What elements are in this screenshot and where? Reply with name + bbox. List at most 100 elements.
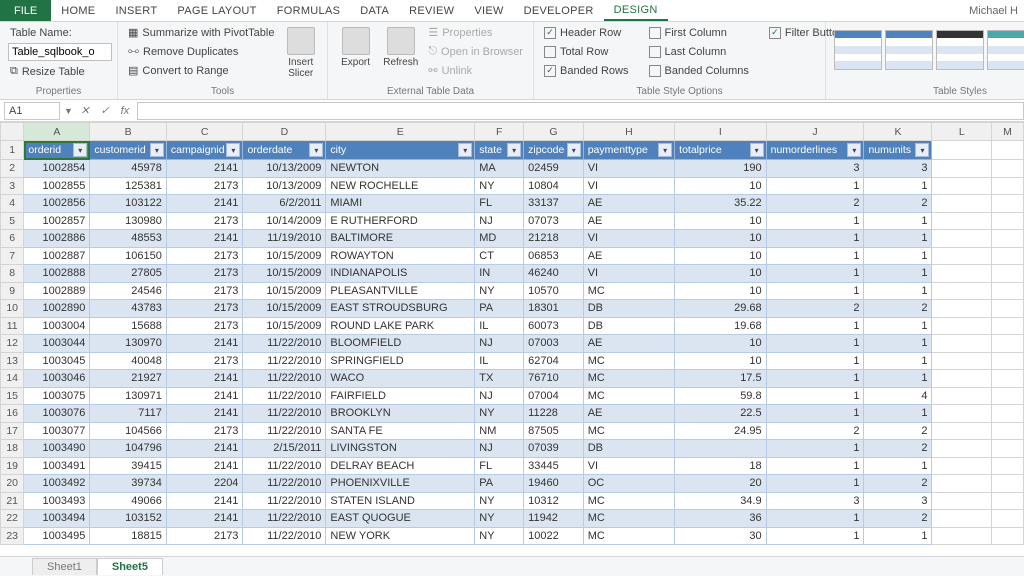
cell[interactable]: MC xyxy=(583,282,674,300)
row-header[interactable]: 8 xyxy=(1,265,24,283)
style-swatch[interactable] xyxy=(987,30,1024,70)
cell[interactable] xyxy=(992,282,1024,300)
cell[interactable]: 11/22/2010 xyxy=(243,405,326,423)
col-header-I[interactable]: I xyxy=(675,123,766,141)
cell[interactable]: NY xyxy=(475,177,524,195)
style-swatch[interactable] xyxy=(936,30,984,70)
cell[interactable]: 19.68 xyxy=(675,317,766,335)
cell[interactable]: 1 xyxy=(766,387,864,405)
cell[interactable]: 10804 xyxy=(524,177,584,195)
cell[interactable]: 1 xyxy=(864,370,932,388)
cell[interactable]: MC xyxy=(583,352,674,370)
cell[interactable]: 104566 xyxy=(90,422,167,440)
col-header-H[interactable]: H xyxy=(583,123,674,141)
sheet-tab-sheet1[interactable]: Sheet1 xyxy=(32,558,97,575)
cell[interactable]: VI xyxy=(583,230,674,248)
resize-table[interactable]: ⧉Resize Table xyxy=(8,63,112,80)
cell[interactable]: 2173 xyxy=(166,317,243,335)
cell[interactable]: MA xyxy=(475,160,524,178)
cell[interactable]: 34.9 xyxy=(675,492,766,510)
cell[interactable]: SANTA FE xyxy=(326,422,475,440)
cell[interactable]: 10/15/2009 xyxy=(243,300,326,318)
cell[interactable]: 1003004 xyxy=(24,317,90,335)
cell[interactable]: 29.68 xyxy=(675,300,766,318)
col-header-E[interactable]: E xyxy=(326,123,475,141)
row-header[interactable]: 13 xyxy=(1,352,24,370)
row-header[interactable]: 16 xyxy=(1,405,24,423)
filter-dropdown-icon[interactable]: ▾ xyxy=(567,143,581,157)
cell[interactable]: 11/22/2010 xyxy=(243,510,326,528)
cell[interactable]: 10/14/2009 xyxy=(243,212,326,230)
opt-first-col[interactable]: First Column xyxy=(647,24,751,41)
col-header-F[interactable]: F xyxy=(475,123,524,141)
cell[interactable]: 1003494 xyxy=(24,510,90,528)
cell[interactable]: LIVINGSTON xyxy=(326,440,475,458)
cell[interactable]: AE xyxy=(583,405,674,423)
cell[interactable]: TX xyxy=(475,370,524,388)
cell[interactable]: 2141 xyxy=(166,405,243,423)
cell[interactable]: IN xyxy=(475,265,524,283)
cell[interactable]: 11/22/2010 xyxy=(243,352,326,370)
cell[interactable]: AE xyxy=(583,212,674,230)
cell[interactable] xyxy=(932,405,992,423)
row-header[interactable]: 20 xyxy=(1,475,24,493)
cell[interactable]: 59.8 xyxy=(675,387,766,405)
cell[interactable]: 2 xyxy=(864,300,932,318)
cell[interactable]: 24546 xyxy=(90,282,167,300)
cell[interactable]: 2/15/2011 xyxy=(243,440,326,458)
cell[interactable]: 10570 xyxy=(524,282,584,300)
tab-formulas[interactable]: FORMULAS xyxy=(267,0,351,21)
cell[interactable]: 125381 xyxy=(90,177,167,195)
cell[interactable]: 10 xyxy=(675,230,766,248)
cell[interactable]: NY xyxy=(475,527,524,545)
cell[interactable]: VI xyxy=(583,177,674,195)
cell[interactable]: 1 xyxy=(864,335,932,353)
cell[interactable]: 2 xyxy=(864,422,932,440)
cell[interactable]: STATEN ISLAND xyxy=(326,492,475,510)
cell[interactable]: 1 xyxy=(864,405,932,423)
cell[interactable]: 2 xyxy=(864,475,932,493)
cell[interactable] xyxy=(932,212,992,230)
cell[interactable]: 20 xyxy=(675,475,766,493)
cell[interactable] xyxy=(932,282,992,300)
cell[interactable]: 1 xyxy=(766,335,864,353)
cell[interactable]: MC xyxy=(583,387,674,405)
cell[interactable]: AE xyxy=(583,247,674,265)
cell[interactable] xyxy=(932,317,992,335)
namebox-dropdown-icon[interactable]: ▼ xyxy=(64,106,73,116)
row-header[interactable]: 9 xyxy=(1,282,24,300)
cell[interactable] xyxy=(932,457,992,475)
cell[interactable] xyxy=(992,195,1024,213)
row-header[interactable]: 12 xyxy=(1,335,24,353)
cell[interactable]: 1003077 xyxy=(24,422,90,440)
cell[interactable]: 2141 xyxy=(166,492,243,510)
cell[interactable]: 1 xyxy=(864,177,932,195)
col-header-G[interactable]: G xyxy=(524,123,584,141)
row-header[interactable]: 15 xyxy=(1,387,24,405)
row-header[interactable]: 3 xyxy=(1,177,24,195)
cell[interactable]: NM xyxy=(475,422,524,440)
empty-cell[interactable] xyxy=(992,141,1024,160)
cell[interactable]: 3 xyxy=(766,160,864,178)
cell[interactable]: 1003075 xyxy=(24,387,90,405)
tab-developer[interactable]: DEVELOPER xyxy=(514,0,604,21)
cell[interactable]: 33137 xyxy=(524,195,584,213)
cell[interactable] xyxy=(932,387,992,405)
cell[interactable]: 1002887 xyxy=(24,247,90,265)
cell[interactable]: 104796 xyxy=(90,440,167,458)
cell[interactable]: 1003076 xyxy=(24,405,90,423)
col-header-C[interactable]: C xyxy=(166,123,243,141)
cell[interactable]: BALTIMORE xyxy=(326,230,475,248)
col-header-J[interactable]: J xyxy=(766,123,864,141)
cell[interactable]: NJ xyxy=(475,212,524,230)
style-swatch[interactable] xyxy=(834,30,882,70)
cell[interactable]: 10 xyxy=(675,282,766,300)
cell[interactable]: 2173 xyxy=(166,527,243,545)
cell[interactable]: 11/22/2010 xyxy=(243,475,326,493)
cell[interactable]: VI xyxy=(583,160,674,178)
filter-dropdown-icon[interactable]: ▾ xyxy=(847,143,861,157)
cell[interactable] xyxy=(992,177,1024,195)
table-header-orderdate[interactable]: orderdate▾ xyxy=(243,141,326,160)
cell[interactable]: 10/15/2009 xyxy=(243,282,326,300)
cell[interactable]: MC xyxy=(583,510,674,528)
